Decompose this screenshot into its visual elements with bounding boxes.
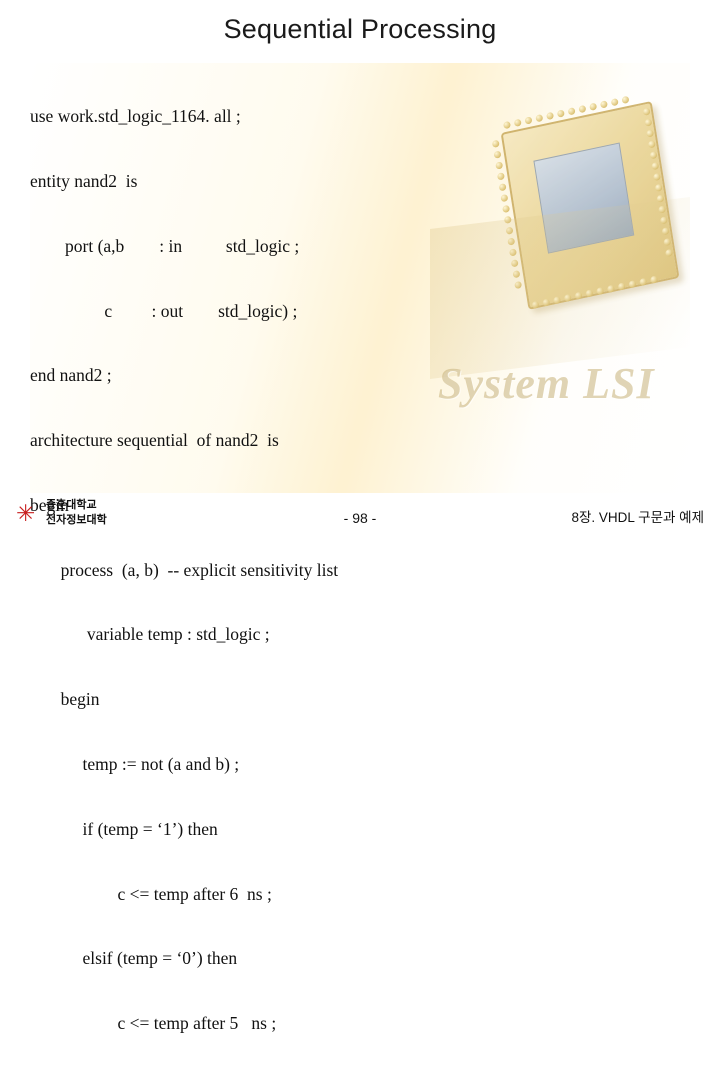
code-line: else (30, 1078, 690, 1080)
code-line: if (temp = ‘1’) then (30, 818, 218, 839)
code-line: port (a,b : in std_logic ; (30, 235, 300, 256)
code-line: use work.std_logic_1164. all ; (30, 106, 241, 127)
code-line: entity nand2 is (30, 170, 138, 191)
chapter-label: 8장. VHDL 구문과 예제 (571, 510, 704, 525)
code-line: c <= temp after 6 ns ; (30, 883, 272, 904)
code-line: elsif (temp = ‘0’) then (30, 948, 238, 969)
code-line: end nand2 ; (30, 365, 112, 386)
page-title: Sequential Processing (223, 14, 497, 44)
code-line: architecture sequential of nand2 is (30, 430, 279, 451)
code-block: System LSI use work.std_logic_1164. all … (30, 63, 690, 1080)
code-line: begin (30, 689, 100, 710)
code-line: c <= temp after 5 ns ; (30, 1013, 277, 1034)
code-line: c : out std_logic) ; (30, 300, 298, 321)
vhdl-source: use work.std_logic_1164. all ; entity na… (30, 63, 690, 1080)
code-line: variable temp : std_logic ; (30, 624, 270, 645)
code-line: process (a, b) -- explicit sensitivity l… (30, 559, 339, 580)
code-line: temp := not (a and b) ; (30, 754, 240, 774)
